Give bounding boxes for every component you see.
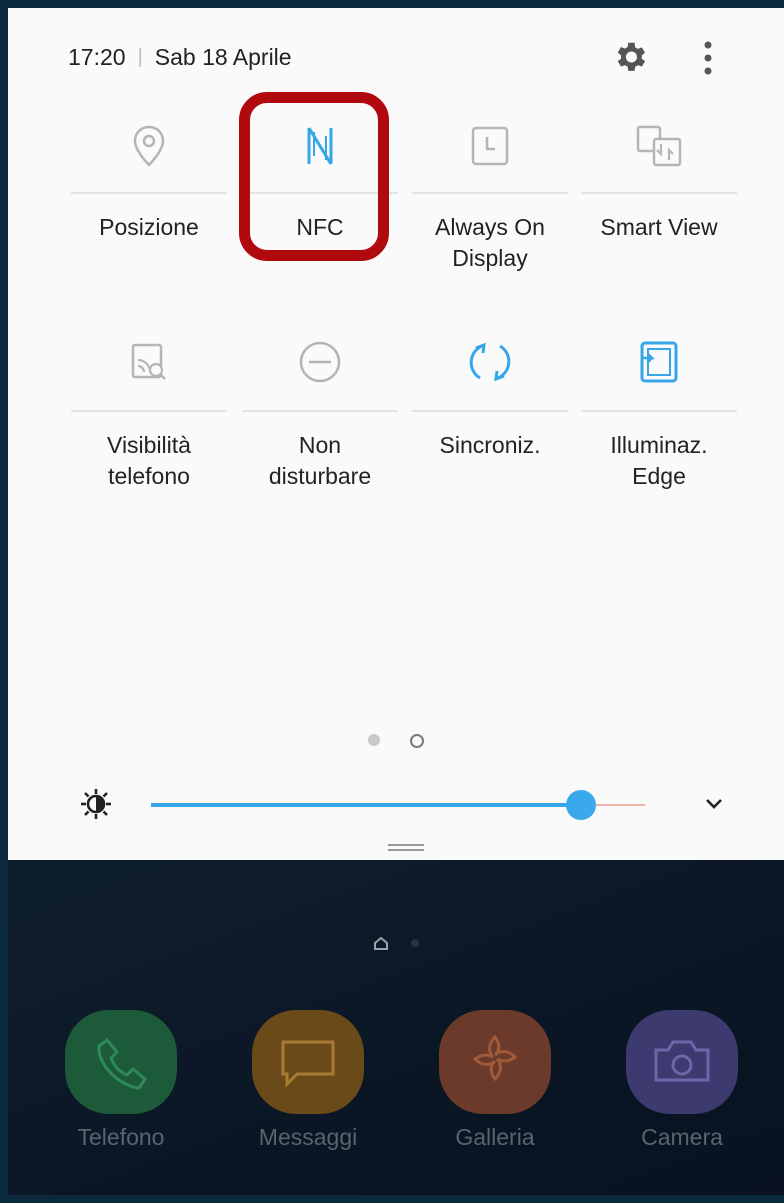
quick-settings-panel: 17:20 | Sab 18 Aprile Posizione NFC Alwa…	[8, 8, 784, 860]
tile-divider	[71, 410, 227, 412]
smart-view-icon	[581, 116, 737, 176]
page-indicator	[8, 734, 784, 748]
message-icon	[252, 1010, 364, 1114]
tile-divider	[412, 192, 568, 194]
tile-label: Always On Display	[435, 214, 545, 271]
slider-thumb[interactable]	[566, 790, 596, 820]
tile-label: Posizione	[99, 214, 199, 240]
app-label: Telefono	[77, 1124, 165, 1150]
home-screen: Telefono Messaggi Galleria Camera	[8, 860, 784, 1195]
page-dot	[411, 939, 419, 947]
date[interactable]: Sab 18 Aprile	[155, 44, 292, 71]
chevron-down-icon[interactable]	[698, 792, 730, 816]
home-icon	[374, 936, 388, 950]
tile-divider	[71, 192, 227, 194]
drag-handle[interactable]	[388, 844, 424, 852]
do-not-disturb-icon	[242, 332, 398, 392]
screen: 17:20 | Sab 18 Aprile Posizione NFC Alwa…	[0, 0, 784, 1203]
tile-label: Illuminaz. Edge	[610, 432, 708, 489]
phone-icon	[65, 1010, 177, 1114]
app-galleria[interactable]: Galleria	[435, 1010, 555, 1151]
app-label: Camera	[641, 1124, 723, 1150]
tile-divider	[242, 410, 398, 412]
tile-divider	[412, 410, 568, 412]
camera-icon	[626, 1010, 738, 1114]
app-label: Galleria	[455, 1124, 535, 1150]
brightness-slider[interactable]	[151, 790, 645, 820]
edge-lighting-icon	[581, 332, 737, 392]
app-camera[interactable]: Camera	[622, 1010, 742, 1151]
always-on-display-icon	[412, 116, 568, 176]
tile-label: Sincroniz.	[439, 432, 541, 458]
brightness-icon	[81, 789, 111, 819]
gallery-icon	[439, 1010, 551, 1114]
tile-divider	[581, 410, 737, 412]
page-dot-current[interactable]	[368, 734, 380, 746]
gear-icon[interactable]	[611, 38, 649, 76]
tile-divider	[581, 192, 737, 194]
tile-label: Visibilità telefono	[107, 432, 191, 489]
status-header: 17:20 | Sab 18 Aprile	[68, 44, 292, 71]
page-dot[interactable]	[410, 734, 424, 748]
slider-fill	[151, 803, 581, 807]
app-messaggi[interactable]: Messaggi	[248, 1010, 368, 1151]
location-icon	[71, 116, 227, 176]
home-page-indicator	[8, 936, 784, 950]
more-options-icon[interactable]	[698, 38, 718, 78]
app-telefono[interactable]: Telefono	[61, 1010, 181, 1151]
sync-icon	[412, 332, 568, 392]
tile-label: Non disturbare	[268, 432, 372, 489]
clock: 17:20	[68, 44, 126, 70]
separator: |	[137, 46, 143, 68]
nfc-highlight-box	[239, 92, 389, 261]
app-label: Messaggi	[258, 1124, 358, 1150]
tile-label: Smart View	[600, 214, 718, 240]
phone-visibility-icon	[71, 332, 227, 392]
